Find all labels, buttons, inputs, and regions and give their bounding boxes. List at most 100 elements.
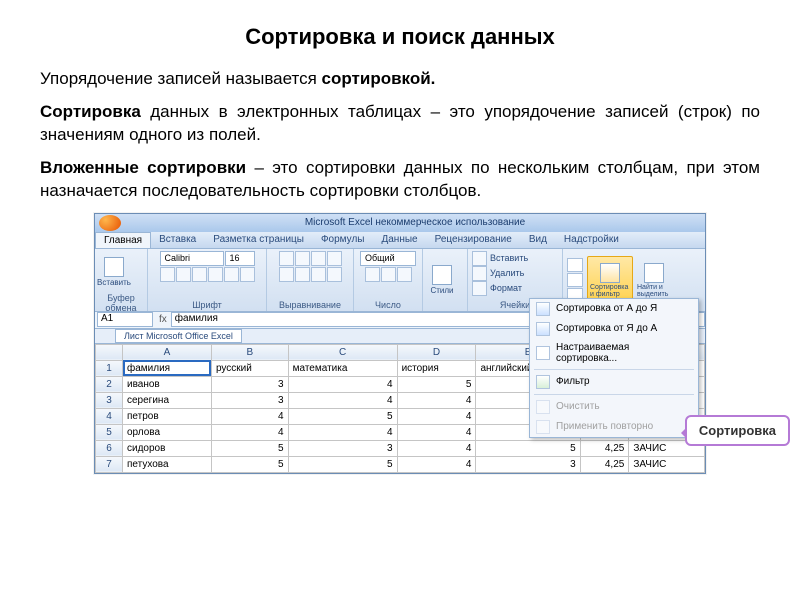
font-group-label: Шрифт [152, 300, 262, 311]
cell[interactable]: 4 [397, 408, 476, 424]
font-color-button[interactable] [240, 267, 255, 282]
cell[interactable]: серегина [123, 392, 212, 408]
paste-button[interactable]: Вставить [99, 251, 129, 293]
reapply-label: Применить повторно [556, 421, 653, 432]
name-box[interactable]: A1 [97, 312, 153, 327]
format-cells-button[interactable]: Формат [472, 281, 522, 296]
tab-home[interactable]: Главная [95, 232, 151, 248]
align-right-button[interactable] [311, 267, 326, 282]
row-header[interactable]: 5 [96, 424, 123, 440]
styles-button[interactable]: Стили [427, 259, 457, 301]
row-header[interactable]: 4 [96, 408, 123, 424]
align-top-button[interactable] [279, 251, 294, 266]
row-header[interactable]: 6 [96, 440, 123, 456]
tab-data[interactable]: Данные [373, 232, 426, 248]
align-left-button[interactable] [279, 267, 294, 282]
fill-color-button[interactable] [224, 267, 239, 282]
cell[interactable]: 4 [397, 424, 476, 440]
cell[interactable]: сидоров [123, 440, 212, 456]
wrap-text-button[interactable] [327, 251, 342, 266]
alignment-group-label: Выравнивание [271, 300, 349, 311]
sort-callout: Сортировка [685, 415, 790, 446]
cell[interactable]: ЗАЧИС [629, 456, 705, 472]
align-center-button[interactable] [295, 267, 310, 282]
merge-button[interactable] [327, 267, 342, 282]
number-format-select[interactable]: Общий [360, 251, 416, 266]
cell[interactable]: 4 [397, 440, 476, 456]
font-size-select[interactable]: 16 [225, 251, 255, 266]
tab-review[interactable]: Рецензирование [427, 232, 521, 248]
cell[interactable]: петров [123, 408, 212, 424]
cell[interactable]: 3 [211, 376, 288, 392]
col-header-a[interactable]: A [123, 344, 212, 360]
row-header[interactable]: 2 [96, 376, 123, 392]
align-bottom-button[interactable] [311, 251, 326, 266]
currency-button[interactable] [365, 267, 380, 282]
delete-label: Удалить [490, 268, 524, 278]
cell[interactable]: русский [211, 360, 288, 376]
cell[interactable]: 5 [397, 376, 476, 392]
styles-group-label [427, 310, 463, 311]
cell[interactable]: 4 [288, 424, 397, 440]
cell[interactable]: 5 [288, 456, 397, 472]
tab-view[interactable]: Вид [521, 232, 556, 248]
autosum-button[interactable] [567, 258, 583, 272]
bold-button[interactable] [160, 267, 175, 282]
row-header[interactable]: 7 [96, 456, 123, 472]
cell[interactable]: 5 [211, 456, 288, 472]
excel-titlebar: Microsoft Excel некоммерческое использов… [95, 214, 705, 232]
underline-button[interactable] [192, 267, 207, 282]
cell[interactable]: 4 [211, 408, 288, 424]
sheet-tab[interactable]: Лист Microsoft Office Excel [115, 329, 242, 343]
cell[interactable]: фамилия [123, 360, 212, 376]
cell[interactable]: 4,25 [580, 440, 629, 456]
tab-layout[interactable]: Разметка страницы [205, 232, 313, 248]
align-middle-button[interactable] [295, 251, 310, 266]
find-select-button[interactable]: Найти и выделить [637, 259, 671, 301]
row-header[interactable]: 3 [96, 392, 123, 408]
col-header-b[interactable]: B [211, 344, 288, 360]
border-button[interactable] [208, 267, 223, 282]
dropdown-custom-sort[interactable]: Настраиваемая сортировка... [530, 339, 698, 367]
fx-icon[interactable]: fx [155, 314, 171, 325]
insert-cells-button[interactable]: Вставить [472, 251, 528, 266]
cell[interactable]: 4 [288, 392, 397, 408]
cell[interactable]: иванов [123, 376, 212, 392]
cell[interactable]: орлова [123, 424, 212, 440]
tab-addins[interactable]: Надстройки [556, 232, 628, 248]
comma-button[interactable] [397, 267, 412, 282]
select-all-corner[interactable] [96, 344, 123, 360]
cell[interactable]: 3 [288, 440, 397, 456]
styles-label: Стили [430, 286, 453, 295]
percent-button[interactable] [381, 267, 396, 282]
office-button-icon[interactable] [99, 215, 121, 231]
cell[interactable]: 5 [288, 408, 397, 424]
delete-cells-button[interactable]: Удалить [472, 266, 524, 281]
cell[interactable]: 5 [211, 440, 288, 456]
fill-button[interactable] [567, 273, 583, 287]
dropdown-filter[interactable]: Фильтр [530, 372, 698, 392]
reapply-icon [536, 420, 550, 434]
cell[interactable]: математика [288, 360, 397, 376]
cell[interactable]: 5 [476, 440, 580, 456]
col-header-d[interactable]: D [397, 344, 476, 360]
cell[interactable]: 4 [211, 424, 288, 440]
font-name-select[interactable]: Calibri [160, 251, 224, 266]
dropdown-sort-za[interactable]: Сортировка от Я до А [530, 319, 698, 339]
cell[interactable]: 4 [397, 456, 476, 472]
cell[interactable]: 3 [211, 392, 288, 408]
tab-formulas[interactable]: Формулы [313, 232, 374, 248]
tab-insert[interactable]: Вставка [151, 232, 205, 248]
cell[interactable]: 4 [397, 392, 476, 408]
cell[interactable]: 3 [476, 456, 580, 472]
cell[interactable]: история [397, 360, 476, 376]
p2-bold: Сортировка [40, 102, 141, 121]
col-header-c[interactable]: C [288, 344, 397, 360]
row-header[interactable]: 1 [96, 360, 123, 376]
clipboard-icon [104, 257, 124, 277]
dropdown-sort-az[interactable]: Сортировка от А до Я [530, 299, 698, 319]
cell[interactable]: 4,25 [580, 456, 629, 472]
cell[interactable]: 4 [288, 376, 397, 392]
italic-button[interactable] [176, 267, 191, 282]
cell[interactable]: петухова [123, 456, 212, 472]
